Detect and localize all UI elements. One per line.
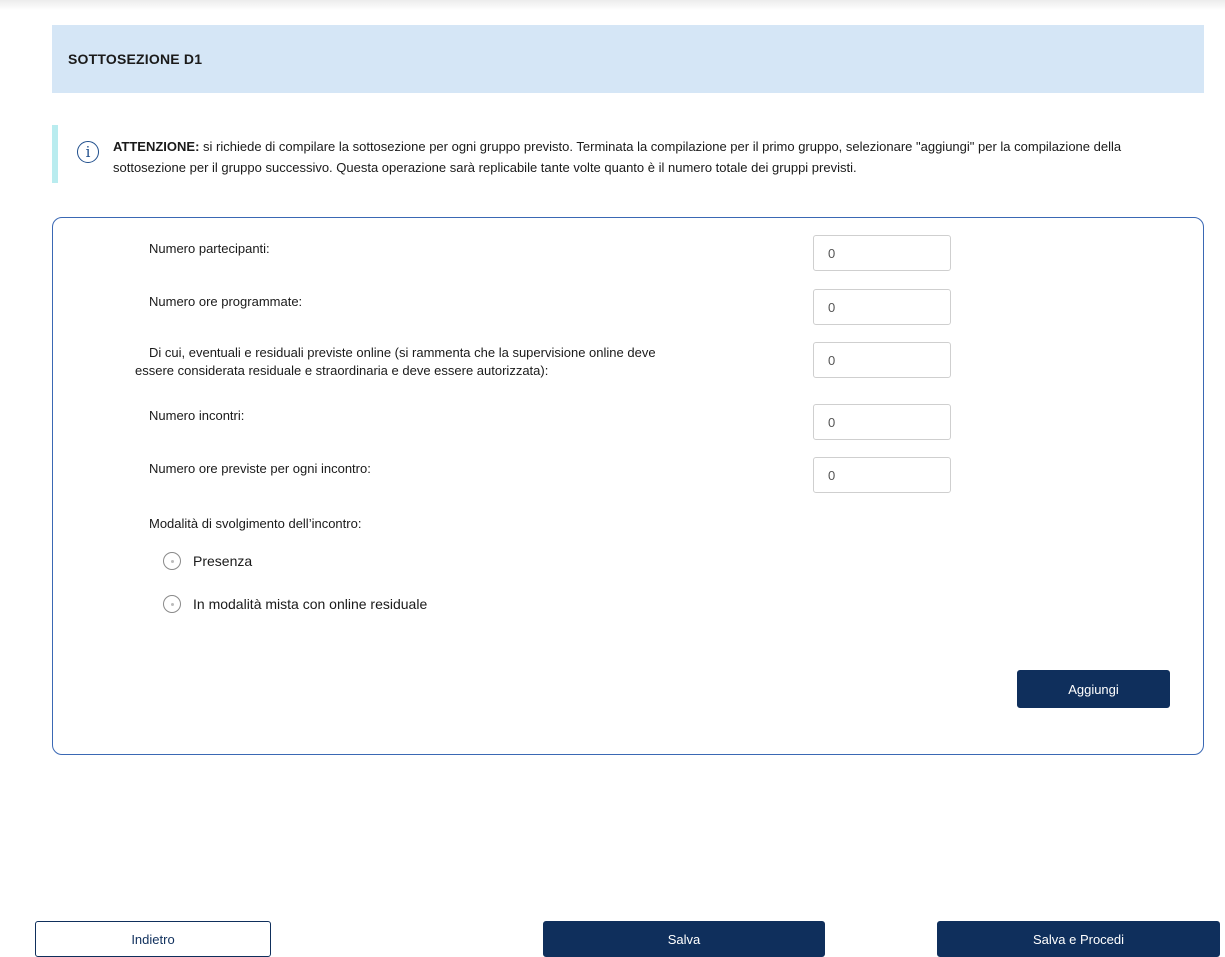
radio-presenza[interactable]: Presenza: [163, 552, 252, 570]
hours-input[interactable]: [813, 289, 951, 325]
meetings-label: Numero incontri:: [149, 408, 245, 423]
section-title: SOTTOSEZIONE D1: [68, 51, 203, 67]
online-hours-label: Di cui, eventuali e residuali previste o…: [135, 344, 656, 380]
info-icon: i: [77, 141, 99, 163]
radio-mista[interactable]: In modalità mista con online residuale: [163, 595, 427, 613]
section-header: SOTTOSEZIONE D1: [52, 25, 1204, 93]
online-hours-input[interactable]: [813, 342, 951, 378]
meetings-input[interactable]: [813, 404, 951, 440]
add-button[interactable]: Aggiungi: [1017, 670, 1170, 708]
radio-presenza-label: Presenza: [193, 553, 253, 569]
radio-circle[interactable]: [163, 595, 181, 613]
top-shadow: [0, 0, 1225, 10]
online-hours-label-line1: Di cui, eventuali e residuali previste o…: [149, 345, 656, 360]
hours-per-meeting-label: Numero ore previste per ogni incontro:: [149, 461, 371, 476]
attention-notice: i ATTENZIONE: si richiede di compilare l…: [52, 125, 1204, 183]
radio-circle[interactable]: [163, 552, 181, 570]
participants-input[interactable]: [813, 235, 951, 271]
save-and-proceed-button[interactable]: Salva e Procedi: [937, 921, 1220, 957]
hours-label: Numero ore programmate:: [149, 294, 303, 309]
group-form: Numero partecipanti: Numero ore programm…: [52, 217, 1204, 755]
notice-text: ATTENZIONE: si richiede di compilare la …: [113, 125, 1193, 178]
notice-body: si richiede di compilare la sottosezione…: [113, 139, 1122, 175]
back-button[interactable]: Indietro: [35, 921, 271, 957]
notice-bold: ATTENZIONE:: [113, 139, 200, 154]
save-button[interactable]: Salva: [543, 921, 825, 957]
participants-label: Numero partecipanti:: [149, 241, 270, 256]
mode-label: Modalità di svolgimento dell’incontro:: [149, 516, 362, 531]
online-hours-label-line2: essere considerata residuale e straordin…: [135, 363, 549, 378]
hours-per-meeting-input[interactable]: [813, 457, 951, 493]
radio-mista-label: In modalità mista con online residuale: [193, 596, 428, 612]
